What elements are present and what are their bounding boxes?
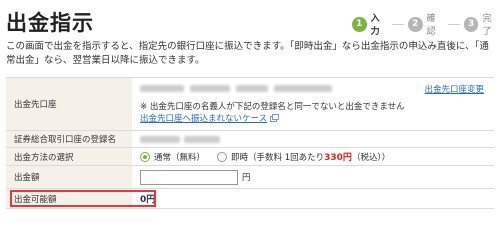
masked-bank-name — [140, 84, 184, 92]
step-connector — [448, 23, 460, 25]
masked-branch-name — [190, 84, 230, 92]
instant-fee-amount: 330円 — [324, 153, 352, 163]
amount-unit: 円 — [242, 173, 251, 183]
step-connector — [392, 23, 404, 25]
available-amount-label: 出金可能額 — [6, 189, 132, 208]
method-instant-prefix: 即時（手数料 1回あたり — [231, 152, 325, 163]
masked-account-holder — [274, 84, 332, 92]
step-number-2: 2 — [407, 16, 423, 32]
external-window-icon — [270, 113, 280, 122]
step-number-1: 1 — [352, 16, 367, 32]
account-label: 出金先口座 — [6, 78, 132, 130]
registered-name-label: 証券総合取引口座の登録名 — [6, 131, 132, 147]
masked-account-number — [236, 84, 268, 92]
row-destination-account: 出金先口座 出金先口座変更 ※ 出金先口座の名義人が下記の登録名と同一でないと出… — [6, 78, 494, 131]
method-instant-radio[interactable] — [217, 151, 228, 162]
method-normal-option[interactable]: 通常（無料） — [140, 151, 205, 163]
withdrawal-form: 出金先口座 出金先口座変更 ※ 出金先口座の名義人が下記の登録名と同一でないと出… — [6, 77, 494, 209]
method-normal-label: 通常（無料） — [154, 152, 206, 163]
amount-input[interactable] — [140, 169, 238, 185]
change-account-link[interactable]: 出金先口座変更 — [424, 83, 484, 95]
account-warning: ※ 出金先口座の名義人が下記の登録名と同一でないと出金できません — [140, 102, 405, 112]
account-value: 出金先口座変更 ※ 出金先口座の名義人が下記の登録名と同一でないと出金できません… — [132, 78, 494, 130]
page-title: 出金指示 — [6, 11, 94, 35]
method-normal-radio[interactable] — [140, 151, 150, 162]
step-confirm: 2 確認 — [407, 11, 444, 37]
help-link-row: 出金先口座へ振込まれないケース — [140, 113, 486, 125]
step-input: 1 入力 — [352, 11, 388, 37]
masked-registered-name — [140, 135, 180, 143]
step-label-complete: 完了 — [482, 14, 492, 37]
transfer-failure-help-link[interactable]: 出金先口座へ振込まれないケース — [140, 114, 267, 124]
available-amount: 0円 — [140, 195, 156, 205]
registered-name-value — [132, 131, 494, 147]
method-instant-option[interactable]: 即時（手数料 1回あたり 330円 （税込）） — [217, 150, 390, 163]
row-withdrawal-amount: 出金額 円 — [6, 166, 494, 189]
masked-registered-name — [184, 135, 220, 143]
step-label-input: 入力 — [370, 14, 380, 37]
amount-label: 出金額 — [6, 166, 132, 188]
step-label-confirm: 確認 — [426, 14, 436, 37]
row-registered-name: 証券総合取引口座の登録名 — [6, 131, 494, 148]
method-label: 出金方法の選択 — [6, 148, 132, 165]
step-number-3: 3 — [463, 16, 479, 32]
step-complete: 3 完了 — [463, 11, 500, 37]
row-withdrawal-method: 出金方法の選択 通常（無料） 即時（手数料 1回あたり 330円 （税込）） — [6, 148, 494, 166]
method-options: 通常（無料） 即時（手数料 1回あたり 330円 （税込）） — [132, 148, 494, 165]
row-available-amount: 出金可能額 0円 — [6, 189, 494, 209]
amount-value: 円 — [132, 166, 494, 188]
progress-steps: 1 入力 2 確認 3 完了 — [352, 11, 500, 37]
method-instant-suffix: （税込）） — [351, 152, 391, 163]
available-amount-value: 0円 — [132, 189, 494, 208]
intro-text: この画面で出金を指示すると、指定先の銀行口座に振込できます。「即時出金」なら出金… — [6, 41, 489, 66]
